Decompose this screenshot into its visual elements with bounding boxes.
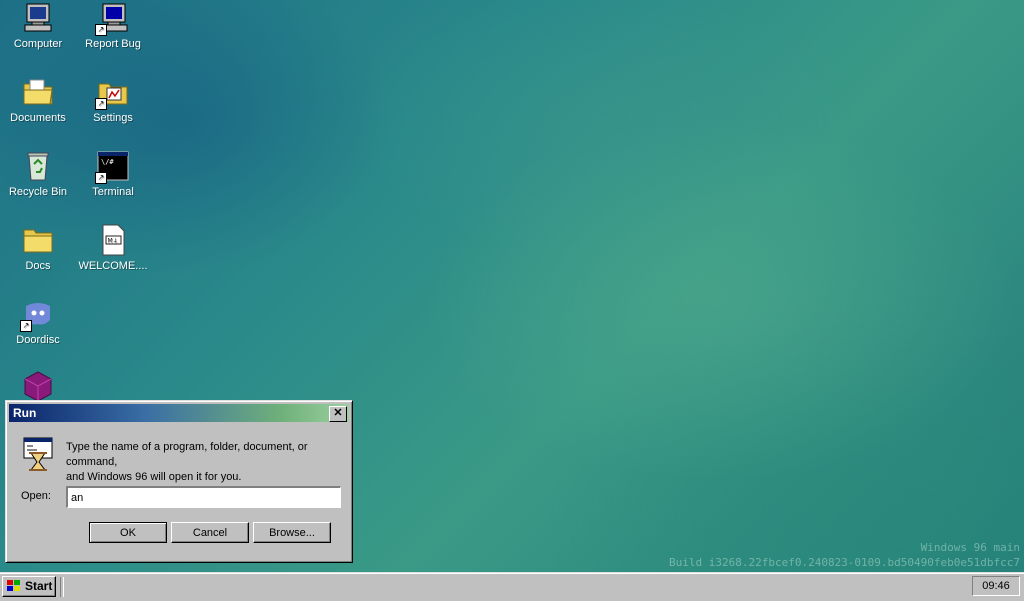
taskbar: Start 09:46 [0, 572, 1024, 601]
desktop-icon-computer[interactable]: Computer [1, 2, 75, 50]
report-bug-icon: ↗ [95, 2, 129, 36]
run-dialog-titlebar[interactable]: Run ✕ [9, 404, 349, 422]
folder-icon [22, 224, 54, 256]
ok-button[interactable]: OK [89, 522, 167, 543]
desktop-icon-label: Doordisc [16, 334, 60, 346]
open-input[interactable] [66, 486, 341, 508]
run-prompt-line2: and Windows 96 will open it for you. [66, 471, 242, 483]
desktop-icon-label: Terminal [92, 186, 134, 198]
desktop-icon-terminal[interactable]: \/# ↗ Terminal [76, 150, 150, 198]
doordisc-icon: ↗ [20, 298, 54, 332]
browse-button[interactable]: Browse... [253, 522, 331, 543]
run-program-icon [22, 437, 54, 471]
start-logo-icon [7, 580, 21, 593]
svg-text:\/#: \/# [101, 158, 114, 166]
build-watermark-line1: Windows 96 main [920, 541, 1020, 554]
shortcut-arrow-icon: ↗ [20, 320, 32, 332]
desktop-icon-label: Computer [13, 38, 63, 50]
computer-icon [22, 2, 54, 34]
settings-folder-icon: ↗ [95, 76, 129, 110]
desktop-icon-docs[interactable]: Docs [1, 224, 75, 272]
cancel-button[interactable]: Cancel [171, 522, 249, 543]
desktop-icon-label: Recycle Bin [8, 186, 68, 198]
run-dialog: Run ✕ Type the name of a program, folder… [5, 400, 353, 563]
taskbar-separator [60, 577, 64, 597]
desktop-icon-label: Report Bug [85, 38, 141, 50]
terminal-icon: \/# ↗ [95, 150, 129, 184]
recycle-bin-icon [22, 150, 54, 182]
cube-icon [22, 370, 54, 402]
shortcut-arrow-icon: ↗ [95, 172, 107, 184]
desktop-icon-welcome[interactable]: M↓ WELCOME.... [76, 224, 150, 272]
desktop-icon-recycle-bin[interactable]: Recycle Bin [1, 150, 75, 198]
markdown-file-icon: M↓ [97, 224, 129, 256]
desktop-icon-label: Docs [25, 260, 51, 272]
run-dialog-title: Run [13, 406, 37, 420]
start-button[interactable]: Start [2, 576, 56, 597]
shortcut-arrow-icon: ↗ [95, 98, 107, 110]
desktop-icon-doordisc[interactable]: ↗ Doordisc [1, 298, 75, 346]
taskbar-clock[interactable]: 09:46 [972, 576, 1020, 596]
svg-text:M↓: M↓ [108, 238, 118, 245]
desktop-icon-label: Documents [10, 112, 66, 124]
desktop-icon-settings[interactable]: ↗ Settings [76, 76, 150, 124]
documents-folder-icon [22, 76, 54, 108]
run-prompt-line1: Type the name of a program, folder, docu… [66, 441, 308, 468]
desktop-icon-label: Settings [93, 112, 133, 124]
open-label: Open: [21, 490, 51, 502]
run-prompt-text: Type the name of a program, folder, docu… [66, 440, 351, 485]
start-label: Start [25, 579, 53, 593]
shortcut-arrow-icon: ↗ [95, 24, 107, 36]
close-button[interactable]: ✕ [329, 406, 347, 422]
desktop-icon-label: WELCOME.... [78, 260, 148, 272]
build-watermark-line2: Build i3268.22fbcef0.240823-0109.bd50490… [669, 556, 1020, 569]
desktop-icon-report-bug[interactable]: ↗ Report Bug [76, 2, 150, 50]
desktop-icon-documents[interactable]: Documents [1, 76, 75, 124]
